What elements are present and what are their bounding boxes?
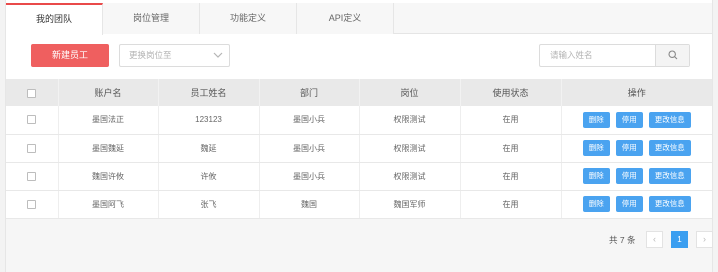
header-actions: 操作 — [561, 79, 712, 106]
tab-my-team[interactable]: 我的团队 — [6, 3, 103, 35]
cell-employee-name: 123123 — [158, 106, 260, 135]
next-page-button[interactable]: › — [696, 231, 713, 248]
cell-employee-name: 张飞 — [158, 190, 260, 219]
disable-button[interactable]: 停用 — [615, 196, 643, 212]
change-position-select[interactable]: 更换岗位至 — [119, 44, 230, 67]
header-employee-name: 员工姓名 — [158, 79, 260, 106]
cell-account: 墨国阿飞 — [58, 190, 159, 219]
cell-actions: 删除 停用 更改信息 — [561, 106, 712, 135]
change-position-placeholder: 更换岗位至 — [129, 50, 172, 60]
tab-position-management[interactable]: 岗位管理 — [103, 3, 200, 34]
disable-button[interactable]: 停用 — [615, 168, 643, 184]
new-employee-button[interactable]: 新建员工 — [31, 44, 109, 67]
cell-actions: 删除 停用 更改信息 — [561, 190, 712, 219]
delete-button[interactable]: 删除 — [582, 196, 610, 212]
table-row: 墨国魏延 魏延 墨国小兵 权限测试 在用 删除 停用 更改信息 — [6, 134, 712, 163]
disable-button[interactable]: 停用 — [615, 111, 643, 128]
delete-button[interactable]: 删除 — [582, 168, 610, 184]
cell-employee-name: 魏延 — [158, 134, 260, 163]
cell-department: 墨国小兵 — [259, 134, 360, 163]
row-checkbox[interactable] — [27, 143, 37, 153]
cell-position: 权限测试 — [359, 106, 461, 135]
table-row: 墨国法正 123123 墨国小兵 权限测试 在用 删除 停用 更改信息 — [6, 106, 712, 135]
cell-account: 墨国魏延 — [58, 134, 159, 163]
cell-account: 魏国许攸 — [58, 162, 159, 191]
disable-button[interactable]: 停用 — [615, 140, 643, 156]
edit-info-button[interactable]: 更改信息 — [648, 111, 691, 128]
cell-department: 魏国 — [259, 190, 360, 219]
chevron-down-icon — [213, 52, 223, 58]
employee-table-panel: 账户名 员工姓名 部门 岗位 使用状态 操作 墨国法正 123123 墨国小兵 … — [6, 79, 712, 272]
cell-account: 墨国法正 — [58, 106, 159, 135]
cell-position: 魏国军师 — [359, 190, 461, 219]
delete-button[interactable]: 删除 — [582, 140, 610, 156]
header-status: 使用状态 — [460, 79, 562, 106]
table-row: 魏国许攸 许攸 墨国小兵 权限测试 在用 删除 停用 更改信息 — [6, 162, 712, 191]
cell-status: 在用 — [460, 106, 562, 135]
select-all-cell — [6, 79, 59, 106]
search-icon — [668, 50, 678, 60]
total-count: 共 7 条 — [609, 235, 636, 245]
search-button[interactable] — [655, 45, 689, 66]
table-header-row: 账户名 员工姓名 部门 岗位 使用状态 操作 — [6, 79, 712, 106]
name-search: 请输入姓名 — [539, 44, 690, 67]
edit-info-button[interactable]: 更改信息 — [648, 140, 691, 156]
table-row: 墨国阿飞 张飞 魏国 魏国军师 在用 删除 停用 更改信息 — [6, 190, 712, 219]
cell-status: 在用 — [460, 190, 562, 219]
cell-status: 在用 — [460, 162, 562, 191]
row-checkbox[interactable] — [27, 199, 37, 209]
prev-page-button[interactable]: ‹ — [646, 231, 663, 248]
app-frame: 我的团队 岗位管理 功能定义 API定义 新建员工 更换岗位至 请输入姓名 账户… — [5, 0, 713, 272]
cell-position: 权限测试 — [359, 162, 461, 191]
cell-position: 权限测试 — [359, 134, 461, 163]
header-account: 账户名 — [58, 79, 159, 106]
cell-department: 墨国小兵 — [259, 106, 360, 135]
employee-table: 账户名 员工姓名 部门 岗位 使用状态 操作 墨国法正 123123 墨国小兵 … — [6, 79, 712, 219]
header-position: 岗位 — [359, 79, 461, 106]
tab-api-definition[interactable]: API定义 — [297, 3, 394, 34]
tab-function-definition[interactable]: 功能定义 — [200, 3, 297, 34]
cell-status: 在用 — [460, 134, 562, 163]
cell-department: 墨国小兵 — [259, 162, 360, 191]
current-page-button[interactable]: 1 — [671, 231, 688, 248]
search-input[interactable]: 请输入姓名 — [550, 45, 593, 66]
delete-button[interactable]: 删除 — [582, 111, 610, 128]
header-department: 部门 — [259, 79, 360, 106]
cell-actions: 删除 停用 更改信息 — [561, 162, 712, 191]
tab-bar: 我的团队 岗位管理 功能定义 API定义 — [6, 3, 712, 35]
edit-info-button[interactable]: 更改信息 — [648, 168, 691, 184]
edit-info-button[interactable]: 更改信息 — [648, 196, 691, 212]
row-checkbox[interactable] — [27, 171, 37, 181]
cell-actions: 删除 停用 更改信息 — [561, 134, 712, 163]
select-all-checkbox[interactable] — [27, 88, 37, 98]
cell-employee-name: 许攸 — [158, 162, 260, 191]
row-checkbox[interactable] — [27, 115, 37, 125]
